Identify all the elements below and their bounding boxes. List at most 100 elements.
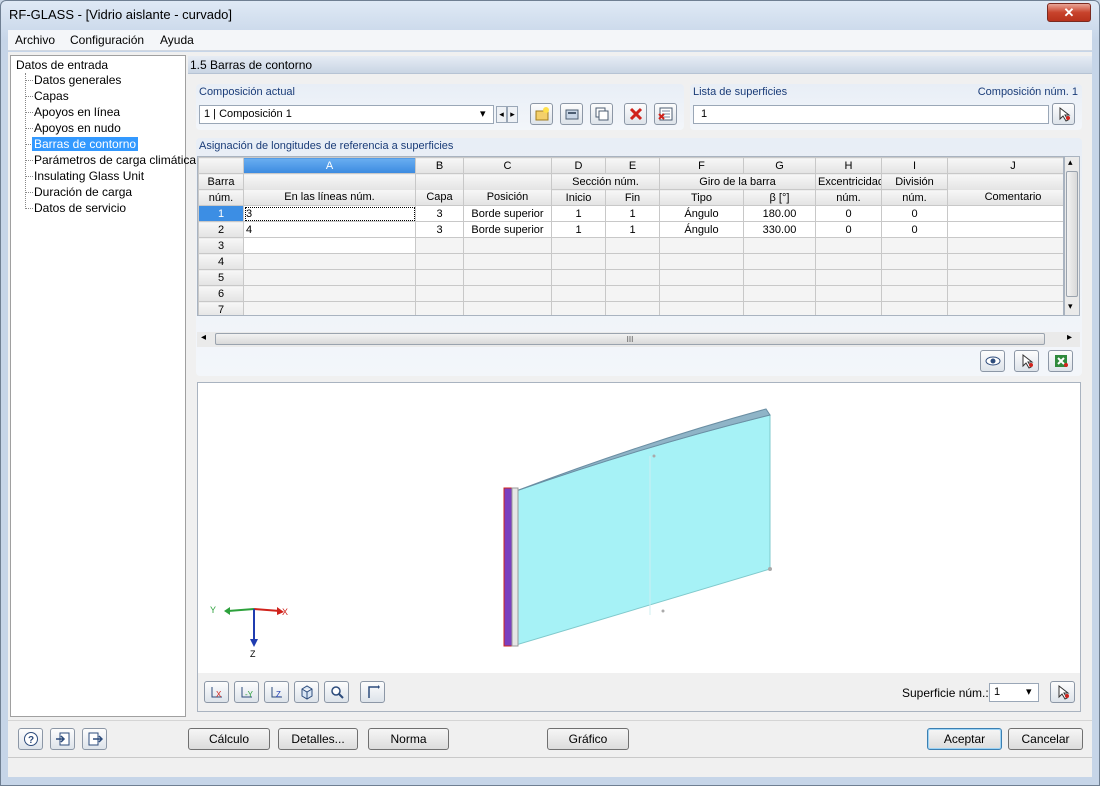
scroll-left-icon[interactable]: ◂: [201, 332, 206, 343]
axis-orientation-button[interactable]: [360, 681, 385, 703]
cell-lineas[interactable]: 3: [243, 205, 416, 222]
import-button[interactable]: [50, 728, 75, 750]
help-button[interactable]: ?: [18, 728, 43, 750]
view-x-button[interactable]: X: [204, 681, 229, 703]
axis-y-label: Y: [210, 605, 217, 615]
export-excel-button[interactable]: [1048, 350, 1073, 372]
cell-beta[interactable]: 180.00: [743, 205, 816, 222]
row-number[interactable]: 4: [198, 253, 244, 270]
aceptar-button[interactable]: Aceptar: [927, 728, 1002, 750]
select-in-graphic-button[interactable]: [1014, 350, 1039, 372]
cell-fin[interactable]: 1: [605, 221, 660, 238]
view-iso-button[interactable]: [294, 681, 319, 703]
row-number[interactable]: 3: [198, 237, 244, 254]
horizontal-scrollbar[interactable]: ◂ III ▸: [197, 332, 1080, 347]
scroll-right-icon[interactable]: ▸: [1067, 332, 1072, 343]
view-z-button[interactable]: Z: [264, 681, 289, 703]
cell-fin[interactable]: 1: [605, 205, 660, 222]
cell-division[interactable]: 0: [881, 205, 948, 222]
cell-beta[interactable]: 330.00: [743, 221, 816, 238]
surfaces-input[interactable]: 1: [693, 105, 1049, 124]
new-composition-button[interactable]: [530, 103, 553, 125]
cell-excentricidad[interactable]: 0: [815, 205, 882, 222]
view-button[interactable]: [980, 350, 1005, 372]
hscroll-thumb[interactable]: III: [215, 333, 1045, 345]
nav-item-datos-generales[interactable]: Datos generales: [34, 73, 121, 87]
col-letter-f[interactable]: F: [659, 157, 744, 174]
scroll-up-icon[interactable]: ▴: [1068, 157, 1073, 168]
row-number[interactable]: 5: [198, 269, 244, 286]
nav-item-capas[interactable]: Capas: [34, 89, 69, 103]
close-button[interactable]: ✕: [1047, 3, 1091, 22]
prev-composition-button[interactable]: ◂: [496, 106, 507, 123]
calculo-button[interactable]: Cálculo: [188, 728, 270, 750]
zoom-button[interactable]: [324, 681, 349, 703]
graphic-view[interactable]: Y X Z X -Y Z Superficie núm.: 1 ▾: [197, 382, 1081, 712]
row-number[interactable]: 1: [198, 205, 244, 222]
next-composition-button[interactable]: ▸: [507, 106, 518, 123]
row-number[interactable]: 6: [198, 285, 244, 302]
cell-tipo[interactable]: Ángulo: [659, 205, 744, 222]
cell-capa[interactable]: 3: [415, 221, 464, 238]
export-button[interactable]: [82, 728, 107, 750]
row-number[interactable]: 2: [198, 221, 244, 238]
detalles-button[interactable]: Detalles...: [278, 728, 358, 750]
cell-lineas[interactable]: [243, 237, 416, 254]
cancelar-button[interactable]: Cancelar: [1008, 728, 1083, 750]
col-letter-e[interactable]: E: [605, 157, 660, 174]
grafico-button[interactable]: Gráfico: [547, 728, 629, 750]
col-letter-d[interactable]: D: [551, 157, 606, 174]
cell-inicio[interactable]: 1: [551, 221, 606, 238]
cell-posicion[interactable]: Borde superior: [463, 221, 552, 238]
col-letter-j[interactable]: J: [947, 157, 1063, 174]
nav-item-apoyos-nudo[interactable]: Apoyos en nudo: [34, 121, 121, 135]
col-letter-b[interactable]: B: [415, 157, 464, 174]
tree-root[interactable]: Datos de entrada: [16, 58, 108, 72]
header-seccion: Sección núm.: [551, 173, 660, 190]
nav-item-datos-servicio[interactable]: Datos de servicio: [34, 201, 126, 215]
nav-item-insulating-glass[interactable]: Insulating Glass Unit: [34, 169, 144, 183]
cell-lineas[interactable]: 4: [243, 221, 416, 238]
header-excentricidad: Excentricidad: [815, 173, 882, 190]
header-beta: β [°]: [743, 189, 816, 206]
delete-all-button[interactable]: [654, 103, 677, 125]
nav-item-duracion-carga[interactable]: Duración de carga: [34, 185, 132, 199]
cell-comentario[interactable]: [947, 221, 1063, 238]
svg-text:Z: Z: [276, 690, 281, 699]
nav-item-apoyos-linea[interactable]: Apoyos en línea: [34, 105, 120, 119]
col-letter-c[interactable]: C: [463, 157, 552, 174]
cell-capa[interactable]: 3: [415, 205, 464, 222]
axis-z-label: Z: [250, 649, 256, 659]
scroll-down-icon[interactable]: ▾: [1068, 301, 1073, 312]
cell-posicion[interactable]: Borde superior: [463, 205, 552, 222]
pick-surface-button[interactable]: [1050, 681, 1075, 703]
vertical-scrollbar[interactable]: ▴ ▾: [1064, 156, 1080, 316]
col-letter-i[interactable]: I: [881, 157, 948, 174]
cell-inicio[interactable]: 1: [551, 205, 606, 222]
cell-tipo[interactable]: Ángulo: [659, 221, 744, 238]
cell-excentricidad[interactable]: 0: [815, 221, 882, 238]
pick-surfaces-button[interactable]: [1052, 103, 1075, 125]
edit-composition-button[interactable]: [560, 103, 583, 125]
cell-division[interactable]: 0: [881, 221, 948, 238]
nav-item-barras-contorno[interactable]: Barras de contorno: [32, 137, 139, 151]
col-letter-a[interactable]: A: [243, 157, 416, 174]
surface-num-value: 1: [994, 686, 1001, 698]
nav-item-parametros-carga[interactable]: Parámetros de carga climática: [34, 153, 196, 167]
delete-composition-button[interactable]: [624, 103, 647, 125]
menu-configuracion[interactable]: Configuración: [70, 33, 144, 47]
menu-ayuda[interactable]: Ayuda: [160, 33, 194, 47]
glass-panel-render: [503, 408, 772, 647]
copy-composition-button[interactable]: [590, 103, 613, 125]
row-number[interactable]: 7: [198, 301, 244, 315]
vscroll-thumb[interactable]: [1066, 171, 1078, 297]
composition-select[interactable]: 1 | Composición 1 ▾: [199, 105, 494, 124]
col-letter-h[interactable]: H: [815, 157, 882, 174]
view-y-button[interactable]: -Y: [234, 681, 259, 703]
cell-comentario[interactable]: [947, 205, 1063, 222]
col-letter-g[interactable]: G: [743, 157, 816, 174]
menu-archivo[interactable]: Archivo: [15, 33, 55, 47]
norma-button[interactable]: Norma: [368, 728, 449, 750]
surface-num-select[interactable]: 1 ▾: [989, 683, 1039, 702]
axis-x-label: X: [282, 607, 289, 617]
